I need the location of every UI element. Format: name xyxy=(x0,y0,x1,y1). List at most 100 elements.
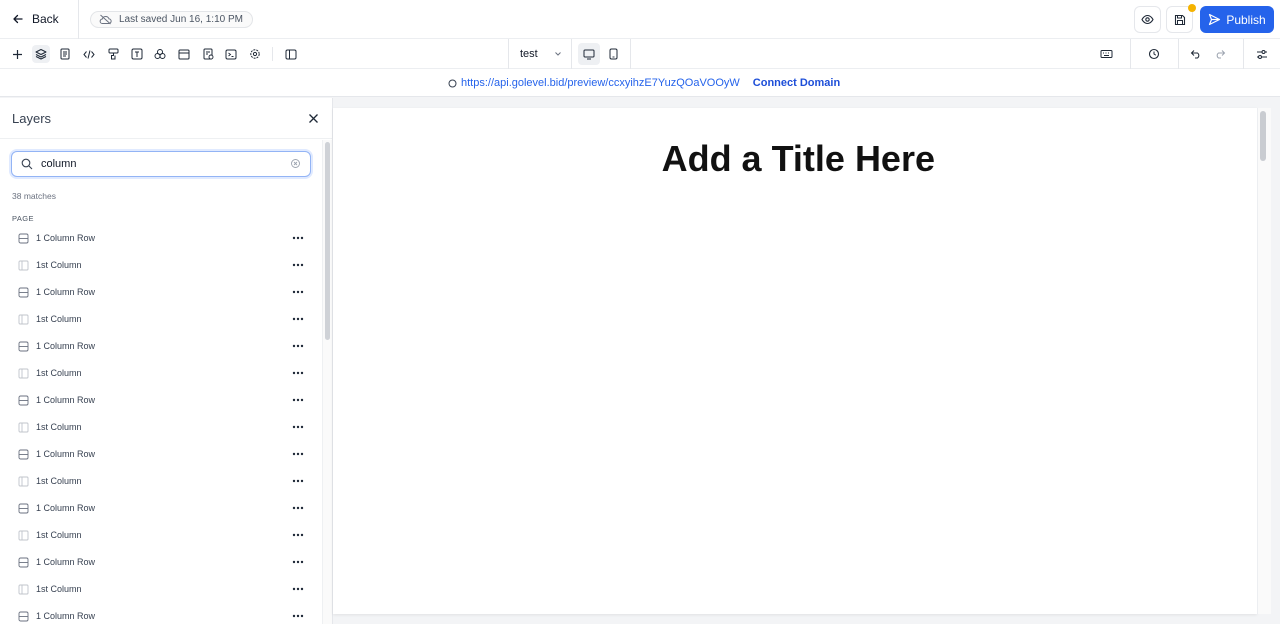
more-options-icon[interactable] xyxy=(291,530,305,540)
canvas-page[interactable]: Add a Title Here xyxy=(333,108,1257,614)
layer-item[interactable]: 1 Column Row xyxy=(0,549,320,576)
sliders-icon xyxy=(1256,49,1268,60)
more-options-icon[interactable] xyxy=(291,233,305,243)
canvas-scrollbar-track[interactable] xyxy=(1257,108,1271,614)
preview-url-bar: https://api.golevel.bid/preview/ccxyihzE… xyxy=(0,69,1280,97)
preview-url-link[interactable]: https://api.golevel.bid/preview/ccxyihzE… xyxy=(461,77,740,89)
layer-item[interactable]: 1st Column xyxy=(0,522,320,549)
row-layout-icon xyxy=(18,557,29,568)
status-circle-icon xyxy=(448,79,457,88)
settings-gear-icon xyxy=(249,48,261,60)
code-button[interactable] xyxy=(80,45,98,63)
back-button[interactable]: Back xyxy=(12,10,59,28)
styles-button[interactable] xyxy=(104,45,122,63)
page-select-dropdown[interactable]: test xyxy=(520,47,562,61)
split-view-icon xyxy=(285,49,297,60)
more-options-icon[interactable] xyxy=(291,395,305,405)
code-icon xyxy=(83,49,95,60)
integrations-button[interactable] xyxy=(246,45,264,63)
layer-item[interactable]: 1 Column Row xyxy=(0,225,320,252)
layer-item[interactable]: 1st Column xyxy=(0,252,320,279)
page-select-value: test xyxy=(520,48,538,60)
components-button[interactable] xyxy=(151,45,169,63)
preview-url: https://api.golevel.bid/preview/ccxyihzE… xyxy=(448,76,840,90)
layer-item[interactable]: 1st Column xyxy=(0,468,320,495)
layer-item[interactable]: 1 Column Row xyxy=(0,441,320,468)
layer-item[interactable]: 1 Column Row xyxy=(0,603,320,624)
layer-item-label: 1 Column Row xyxy=(36,611,96,621)
layer-item[interactable]: 1 Column Row xyxy=(0,333,320,360)
column-layout-icon xyxy=(18,584,29,595)
add-element-button[interactable] xyxy=(8,45,26,63)
layer-item-label: 1 Column Row xyxy=(36,557,96,567)
more-options-icon[interactable] xyxy=(291,584,305,594)
keyboard-icon xyxy=(1100,49,1113,59)
row-layout-icon xyxy=(18,233,29,244)
undo-button[interactable] xyxy=(1187,45,1205,63)
more-options-icon[interactable] xyxy=(291,314,305,324)
row-layout-icon xyxy=(18,611,29,622)
more-options-icon[interactable] xyxy=(291,368,305,378)
layer-item[interactable]: 1 Column Row xyxy=(0,387,320,414)
top-bar: Back Last saved Jun 16, 1:10 PM Publish xyxy=(0,0,1280,39)
more-options-icon[interactable] xyxy=(291,449,305,459)
keyboard-shortcuts-button[interactable] xyxy=(1097,45,1115,63)
layer-item[interactable]: 1st Column xyxy=(0,306,320,333)
layer-item-label: 1 Column Row xyxy=(36,449,96,459)
pages-button[interactable] xyxy=(56,45,74,63)
text-button[interactable] xyxy=(128,45,146,63)
layers-button[interactable] xyxy=(32,45,50,63)
mobile-view-button[interactable] xyxy=(604,45,622,63)
close-layers-button[interactable] xyxy=(306,111,321,126)
column-layout-icon xyxy=(18,530,29,541)
history-button[interactable] xyxy=(1145,45,1163,63)
divider xyxy=(630,39,631,69)
connect-domain-link[interactable]: Connect Domain xyxy=(753,77,840,89)
layer-item-label: 1st Column xyxy=(36,476,82,486)
page-icon xyxy=(60,48,70,60)
layers-search-field[interactable] xyxy=(11,151,311,177)
more-options-icon[interactable] xyxy=(291,287,305,297)
page-title-heading[interactable]: Add a Title Here xyxy=(333,138,935,180)
unsaved-indicator-dot xyxy=(1188,4,1196,12)
layers-panel-title: Layers xyxy=(12,111,52,126)
layer-item-label: 1 Column Row xyxy=(36,341,96,351)
forms-button[interactable] xyxy=(199,45,217,63)
layer-item[interactable]: 1 Column Row xyxy=(0,495,320,522)
column-layout-icon xyxy=(18,260,29,271)
more-options-icon[interactable] xyxy=(291,260,305,270)
more-options-icon[interactable] xyxy=(291,611,305,621)
more-options-icon[interactable] xyxy=(291,476,305,486)
search-icon xyxy=(21,158,33,170)
layer-item-label: 1 Column Row xyxy=(36,233,96,243)
publish-button[interactable]: Publish xyxy=(1200,6,1274,33)
sections-button[interactable] xyxy=(175,45,193,63)
divider xyxy=(508,39,509,69)
more-options-icon[interactable] xyxy=(291,503,305,513)
more-options-icon[interactable] xyxy=(291,422,305,432)
preview-button[interactable] xyxy=(1134,6,1161,33)
layer-item[interactable]: 1st Column xyxy=(0,414,320,441)
layer-item[interactable]: 1st Column xyxy=(0,360,320,387)
editor-toolbar: test xyxy=(0,39,1280,69)
components-icon xyxy=(154,48,166,60)
layer-item-label: 1st Column xyxy=(36,422,82,432)
history-icon xyxy=(1148,48,1160,60)
more-options-icon[interactable] xyxy=(291,341,305,351)
layers-list: 1 Column Row 1st Column 1 Column Row 1st Co… xyxy=(0,225,320,624)
layers-search-input[interactable] xyxy=(41,158,271,170)
canvas-scrollbar-thumb[interactable] xyxy=(1260,111,1266,161)
split-view-button[interactable] xyxy=(282,45,300,63)
layer-item[interactable]: 1st Column xyxy=(0,576,320,603)
page-settings-button[interactable] xyxy=(1253,45,1271,63)
more-options-icon[interactable] xyxy=(291,557,305,567)
clear-search-icon[interactable] xyxy=(291,159,300,168)
desktop-view-button[interactable] xyxy=(580,45,598,63)
layer-item[interactable]: 1 Column Row xyxy=(0,279,320,306)
row-layout-icon xyxy=(18,287,29,298)
redo-button[interactable] xyxy=(1211,45,1229,63)
custom-code-button[interactable] xyxy=(222,45,240,63)
chevron-down-icon xyxy=(554,51,562,57)
layers-scrollbar-thumb[interactable] xyxy=(325,142,330,340)
layer-item-label: 1 Column Row xyxy=(36,287,96,297)
